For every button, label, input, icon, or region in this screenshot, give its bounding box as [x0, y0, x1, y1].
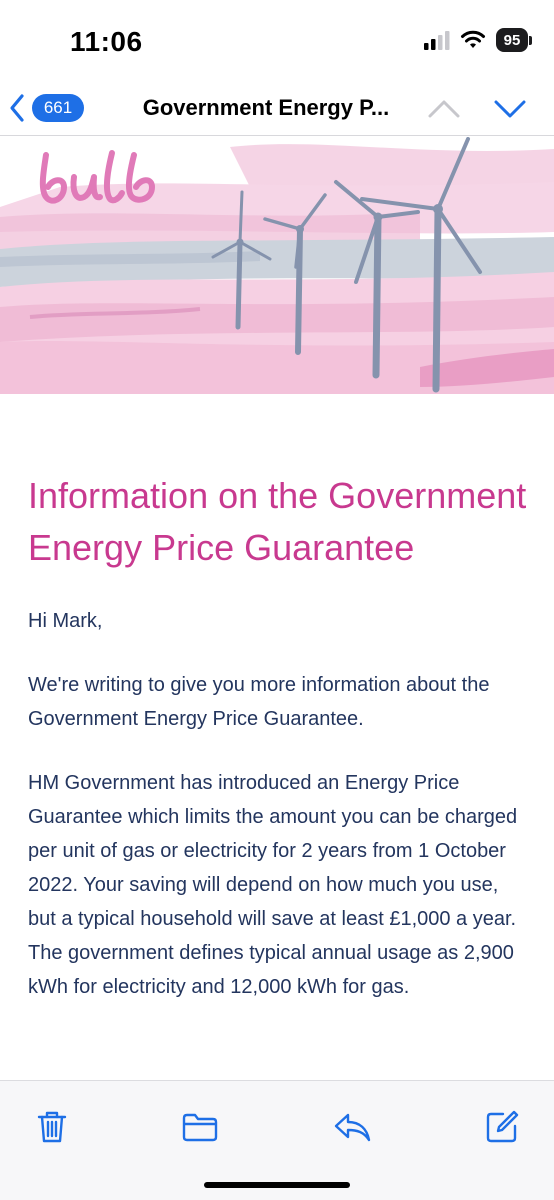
- trash-icon: [37, 1111, 67, 1143]
- unread-count-badge: 661: [32, 94, 84, 122]
- compose-icon: [486, 1110, 519, 1143]
- next-message-button[interactable]: [490, 92, 530, 124]
- cellular-signal-icon: [424, 31, 450, 50]
- compose-button[interactable]: [480, 1105, 524, 1149]
- previous-message-button[interactable]: [424, 92, 464, 124]
- bulb-logo: [39, 150, 155, 204]
- delete-button[interactable]: [30, 1105, 74, 1149]
- email-paragraph: We're writing to give you more informati…: [28, 674, 490, 730]
- battery-tip: [529, 35, 532, 45]
- status-time: 11:06: [70, 26, 143, 57]
- battery-level: 95: [496, 28, 528, 52]
- battery-icon: 95: [496, 28, 532, 52]
- move-to-folder-button[interactable]: [178, 1105, 222, 1149]
- chevron-left-icon: [10, 94, 24, 122]
- chevron-up-icon: [428, 100, 460, 118]
- home-indicator: [204, 1182, 350, 1188]
- reply-button[interactable]: [330, 1105, 374, 1149]
- reply-icon: [334, 1113, 371, 1142]
- email-paragraph: HM Government has introduced an Energy P…: [28, 772, 518, 998]
- email-heading: Information on the Government Energy Pri…: [28, 475, 527, 568]
- email-greeting: Hi Mark,: [28, 610, 103, 632]
- wifi-icon: [461, 30, 485, 48]
- mail-nav-bar: 661 Government Energy P...: [0, 80, 554, 136]
- folder-icon: [182, 1113, 218, 1142]
- message-subject-title: Government Energy P...: [142, 95, 390, 120]
- email-body: Information on the Government Energy Pri…: [28, 470, 528, 1034]
- back-to-inbox-button[interactable]: 661: [8, 90, 104, 126]
- email-hero-banner: [0, 137, 554, 394]
- status-icons: 95: [424, 28, 532, 52]
- chevron-down-icon: [494, 100, 526, 118]
- status-bar: 11:06 95: [0, 0, 554, 80]
